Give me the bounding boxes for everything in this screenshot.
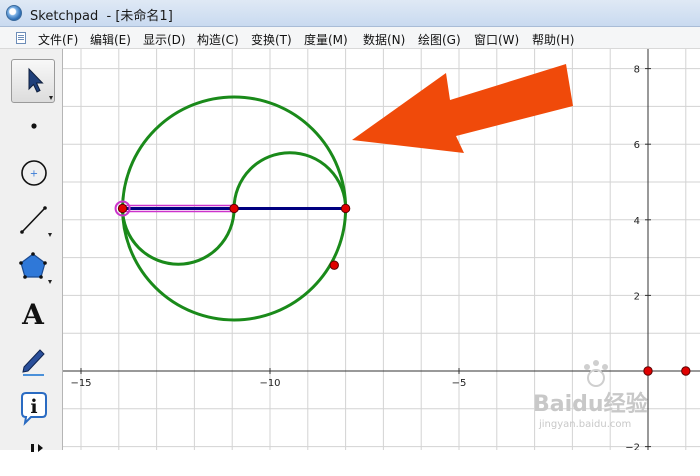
y-tick-label: 4 xyxy=(634,216,640,227)
axes: −15 −10 −5 8 6 4 2 −2 xyxy=(63,49,700,450)
y-tick-label: 8 xyxy=(634,65,640,76)
menu-file[interactable]: 文件(F) xyxy=(38,31,78,48)
selection-arrow-tool[interactable] xyxy=(11,59,55,103)
y-tick-label: 2 xyxy=(634,291,640,302)
info-icon: i xyxy=(21,392,47,426)
title-bar: Sketchpad - [未命名1] xyxy=(0,0,700,27)
point-on-circle xyxy=(329,260,339,270)
document-icon[interactable] xyxy=(16,32,26,44)
point-icon xyxy=(31,123,37,129)
straightedge-tool[interactable] xyxy=(11,197,55,241)
segment-icon xyxy=(20,206,52,237)
coordinate-plane[interactable]: −15 −10 −5 8 6 4 2 −2 Baidu经验 jingyan.baidu.com xyxy=(63,49,700,450)
point-b xyxy=(340,203,351,214)
overlay xyxy=(352,64,573,153)
paw-icon xyxy=(602,364,608,370)
text-tool[interactable]: A xyxy=(11,291,55,335)
x-tick-label: −5 xyxy=(452,378,467,389)
x-tick-label: −15 xyxy=(70,378,91,389)
watermark-brand: Baidu经验 xyxy=(533,391,648,417)
menu-construct[interactable]: 构造(C) xyxy=(197,31,239,48)
menu-display[interactable]: 显示(D) xyxy=(143,31,186,48)
menu-window[interactable]: 窗口(W) xyxy=(474,31,519,48)
y-tick-label: 6 xyxy=(634,140,640,151)
menu-help[interactable]: 帮助(H) xyxy=(532,31,574,48)
menu-data[interactable]: 数据(N) xyxy=(363,31,405,48)
arrow-icon xyxy=(28,67,53,100)
point-tool[interactable] xyxy=(11,103,55,147)
circle-icon: + xyxy=(21,160,47,186)
information-tool[interactable]: i xyxy=(11,385,55,429)
compass-tool[interactable]: + xyxy=(11,150,55,194)
menu-bar: 文件(F) 编辑(E) 显示(D) 构造(C) 变换(T) 度量(M) 数据(N… xyxy=(0,27,700,49)
window-title: Sketchpad - [未命名1] xyxy=(30,9,173,24)
custom-tool[interactable] xyxy=(11,432,55,476)
menu-graph[interactable]: 绘图(G) xyxy=(418,31,461,48)
pentagon-icon xyxy=(19,252,52,284)
marker-icon xyxy=(22,349,45,376)
paw-icon xyxy=(587,369,605,387)
watermark-url: jingyan.baidu.com xyxy=(538,419,631,430)
origin-point xyxy=(643,366,653,376)
paw-icon xyxy=(593,360,599,366)
points xyxy=(114,200,691,376)
sketch-canvas[interactable]: −15 −10 −5 8 6 4 2 −2 Baidu经验 jingyan.baidu.com xyxy=(63,49,700,450)
svg-text:+: + xyxy=(30,169,38,180)
polygon-tool[interactable] xyxy=(11,244,55,288)
marker-tool[interactable] xyxy=(11,338,55,382)
custom-tool-icon xyxy=(31,444,43,452)
point-midpoint xyxy=(229,203,239,214)
grid xyxy=(63,49,700,450)
upper-semicircle xyxy=(232,151,348,209)
y-tick-label: −2 xyxy=(625,443,640,450)
lower-semicircle xyxy=(121,208,236,266)
menu-measure[interactable]: 度量(M) xyxy=(304,31,348,48)
annotation-arrow xyxy=(352,64,573,153)
sketchpad-app-icon xyxy=(6,5,22,21)
svg-text:A: A xyxy=(21,298,45,331)
x-tick-label: −10 xyxy=(259,378,280,389)
text-icon: A xyxy=(21,298,45,331)
point-a xyxy=(117,203,128,214)
paw-icon xyxy=(584,364,590,370)
svg-text:i: i xyxy=(30,396,37,418)
menu-edit[interactable]: 编辑(E) xyxy=(90,31,131,48)
unit-point xyxy=(681,366,691,376)
menu-transform[interactable]: 变换(T) xyxy=(251,31,292,48)
toolbox: + A i xyxy=(0,49,63,452)
